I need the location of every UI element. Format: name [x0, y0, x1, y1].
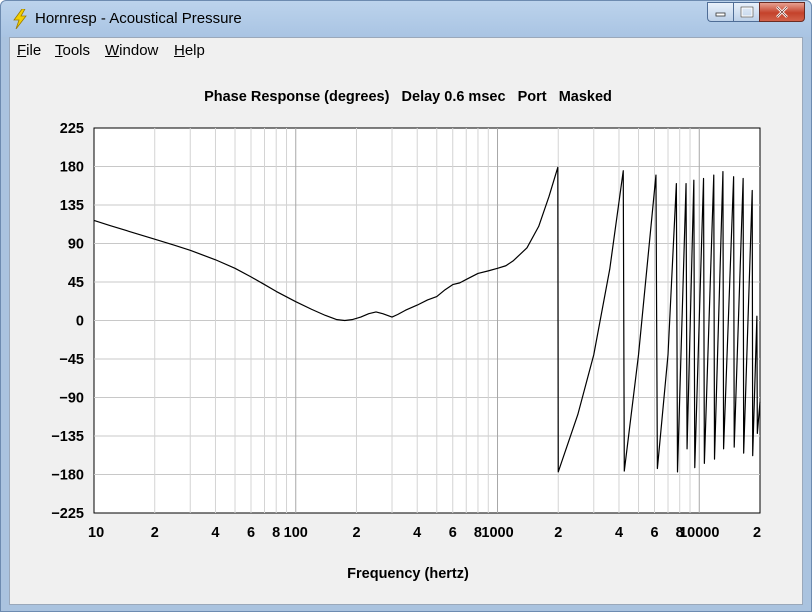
close-icon	[776, 6, 788, 18]
x-tick-label: 6	[449, 525, 457, 541]
y-tick-label: 0	[76, 314, 84, 330]
y-tick-label: 45	[68, 275, 84, 291]
menu-help-label: elp	[184, 42, 205, 59]
chart-title: Phase Response (degrees) Delay 0.6 msec …	[204, 89, 612, 105]
y-tick-label: −180	[51, 468, 84, 484]
app-window: Hornresp - Acoustical Pressure File Tool…	[0, 0, 812, 612]
y-tick-label: −90	[59, 391, 84, 407]
menu-help-mnemonic: H	[174, 42, 185, 59]
y-tick-label: −135	[51, 429, 84, 445]
y-tick-label: −45	[59, 352, 84, 368]
x-tick-label: 4	[211, 525, 219, 541]
x-tick-label: 2	[352, 525, 360, 541]
menu-help[interactable]: Help	[174, 42, 205, 59]
y-tick-labels: 225 180 135 90 45 0 −45 −90 −135 −180 −225	[51, 121, 84, 522]
x-tick-label: 8	[272, 525, 280, 541]
lightning-bolt-icon	[13, 9, 27, 29]
y-tick-label: 180	[60, 160, 84, 176]
x-tick-label: 6	[650, 525, 658, 541]
y-tick-label: 90	[68, 237, 84, 253]
menu-window-mnemonic: W	[105, 42, 120, 59]
phase-response-chart: Phase Response (degrees) Delay 0.6 msec …	[51, 89, 761, 582]
x-tick-label: 10000	[679, 525, 719, 541]
menu-window-label: indow	[119, 42, 159, 59]
x-tick-label: 10	[88, 525, 104, 541]
plot-area: Phase Response (degrees) Delay 0.6 msec …	[10, 62, 802, 604]
menu-bar: File Tools Window Help	[10, 38, 802, 62]
maximize-button[interactable]	[733, 2, 759, 22]
client-area: File Tools Window Help Phase Response (d…	[9, 37, 803, 605]
x-tick-label: 4	[413, 525, 421, 541]
menu-file-mnemonic: F	[17, 42, 27, 59]
caption-buttons	[707, 2, 805, 24]
menu-file[interactable]: File	[17, 42, 41, 59]
window-title: Hornresp - Acoustical Pressure	[35, 10, 242, 27]
x-axis-label: Frequency (hertz)	[347, 566, 469, 582]
x-tick-label: 2	[151, 525, 159, 541]
x-tick-label: 1000	[481, 525, 513, 541]
y-tick-label: 135	[60, 198, 84, 214]
menu-tools[interactable]: Tools	[55, 42, 90, 59]
minimize-button[interactable]	[707, 2, 733, 22]
menu-tools-label: ools	[62, 42, 91, 59]
x-tick-labels: 10 2 4 6 8 100 2 4 6 8 1000 2 4 6 810000 2	[88, 525, 761, 541]
x-tick-label: 6	[247, 525, 255, 541]
menu-window[interactable]: Window	[105, 42, 158, 59]
close-button[interactable]	[759, 2, 805, 22]
title-bar[interactable]: Hornresp - Acoustical Pressure	[1, 1, 811, 37]
menu-tools-mnemonic: T	[55, 42, 63, 59]
y-tick-label: −225	[51, 506, 84, 522]
x-tick-label: 4	[615, 525, 623, 541]
x-tick-label: 2	[753, 525, 761, 541]
x-tick-label: 100	[284, 525, 308, 541]
minimize-icon	[715, 12, 725, 17]
menu-file-label: ile	[26, 42, 42, 59]
y-tick-label: 225	[60, 121, 84, 137]
x-tick-label: 2	[554, 525, 562, 541]
maximize-icon	[740, 6, 753, 18]
